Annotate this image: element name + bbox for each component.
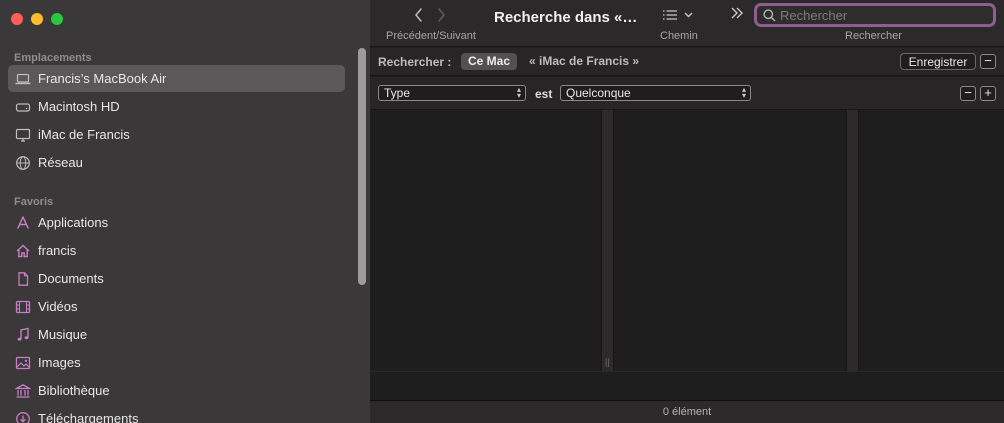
document-icon (15, 271, 31, 287)
updown-arrows-icon: ▴ ▾ (741, 85, 746, 100)
path-button[interactable] (662, 7, 698, 23)
sidebar-item-label: iMac de Francis (38, 127, 130, 142)
chevron-left-icon (415, 8, 422, 22)
nav-label: Précédent/Suivant (386, 30, 476, 42)
nav-buttons (414, 6, 454, 24)
photo-icon (15, 355, 31, 371)
double-chevron-right-icon (731, 7, 743, 19)
sidebar-item-label: Francis’s MacBook Air (38, 71, 167, 86)
library-icon (15, 383, 31, 399)
path-label: Chemin (660, 30, 698, 42)
criteria-value-text: Quelconque (566, 86, 631, 100)
sidebar: Emplacements Francis’s MacBook Air Macin… (0, 0, 370, 423)
sidebar-item-label: francis (38, 243, 77, 258)
sidebar-item-reseau[interactable]: Réseau (8, 149, 345, 176)
chevron-down-icon (684, 12, 693, 18)
save-search-button[interactable]: Enregistrer (900, 53, 976, 70)
search-label: Rechercher (845, 30, 902, 42)
sidebar-item-images[interactable]: Images (8, 349, 345, 376)
applications-icon (15, 215, 31, 231)
sidebar-item-label: Bibliothèque (38, 383, 110, 398)
sidebar-item-telechargements[interactable]: Téléchargements (8, 405, 345, 423)
sidebar-section-emplacements: Emplacements (14, 52, 92, 64)
sidebar-section-favoris: Favoris (14, 196, 54, 208)
zoom-window-button[interactable] (51, 13, 63, 25)
list-icon (663, 10, 677, 20)
search-input[interactable] (780, 7, 980, 23)
sidebar-item-label: Macintosh HD (38, 99, 120, 114)
harddrive-icon (15, 99, 31, 115)
sidebar-item-macintosh-hd[interactable]: Macintosh HD (8, 93, 345, 120)
scope-imac-button[interactable]: « iMac de Francis » (522, 53, 646, 70)
results-footer-area (370, 371, 1004, 400)
chevron-right-icon (438, 8, 445, 22)
close-window-button[interactable] (11, 13, 23, 25)
remove-criteria-button[interactable]: − (960, 86, 976, 101)
search-scope-bar: Rechercher : Ce Mac « iMac de Francis » … (370, 48, 1004, 76)
sidebar-item-label: Vidéos (38, 299, 78, 314)
column-resize-handle[interactable] (846, 110, 859, 371)
music-icon (15, 327, 31, 343)
sidebar-item-musique[interactable]: Musique (8, 321, 345, 348)
globe-icon (15, 155, 31, 171)
home-icon (15, 243, 31, 259)
laptop-icon (15, 71, 31, 87)
sidebar-item-label: Musique (38, 327, 88, 342)
criteria-operator: est (535, 87, 553, 101)
criteria-attribute-select[interactable]: Type ▴ ▾ (378, 85, 526, 101)
sidebar-scrollbar[interactable] (358, 48, 366, 285)
column-resize-handle[interactable]: || (601, 110, 614, 371)
film-icon (15, 299, 31, 315)
search-field[interactable] (754, 3, 996, 27)
scope-label: Rechercher : (378, 55, 452, 69)
item-count: 0 élément (662, 406, 712, 418)
desktop-icon (15, 127, 31, 143)
window-controls (11, 13, 63, 25)
window-title: Recherche dans «… (494, 9, 638, 26)
status-bar: 0 élément (370, 400, 1004, 423)
sidebar-item-label: Images (38, 355, 81, 370)
results-column-view: || (370, 110, 1004, 371)
add-criteria-button[interactable]: + (980, 86, 996, 101)
more-toolbar-button[interactable] (730, 6, 744, 25)
sidebar-item-label: Applications (38, 215, 109, 230)
back-button[interactable] (414, 6, 424, 24)
minimize-window-button[interactable] (31, 13, 43, 25)
search-icon (763, 8, 776, 22)
sidebar-item-macbook[interactable]: Francis’s MacBook Air (8, 65, 345, 92)
sidebar-item-bibliotheque[interactable]: Bibliothèque (8, 377, 345, 404)
toolbar: Précédent/Suivant Recherche dans «… Chem… (370, 0, 1004, 47)
sidebar-item-imac[interactable]: iMac de Francis (8, 121, 345, 148)
download-icon (15, 411, 31, 423)
grip-icon: || (605, 357, 610, 367)
updown-arrows-icon: ▴ ▾ (516, 85, 521, 100)
sidebar-item-applications[interactable]: Applications (8, 209, 345, 236)
sidebar-item-label: Réseau (38, 155, 83, 170)
scope-this-mac-button[interactable]: Ce Mac (461, 53, 518, 70)
search-criteria-row: Type ▴ ▾ est Quelconque ▴ ▾ − + (370, 77, 1004, 110)
sidebar-item-francis[interactable]: francis (8, 237, 345, 264)
criteria-value-select[interactable]: Quelconque ▴ ▾ (560, 85, 751, 101)
forward-button[interactable] (436, 6, 446, 24)
sidebar-item-label: Téléchargements (38, 411, 139, 423)
sidebar-item-label: Documents (38, 271, 104, 286)
sidebar-item-videos[interactable]: Vidéos (8, 293, 345, 320)
criteria-attribute-value: Type (384, 86, 411, 100)
sidebar-item-documents[interactable]: Documents (8, 265, 345, 292)
remove-scope-button[interactable]: − (980, 54, 996, 69)
